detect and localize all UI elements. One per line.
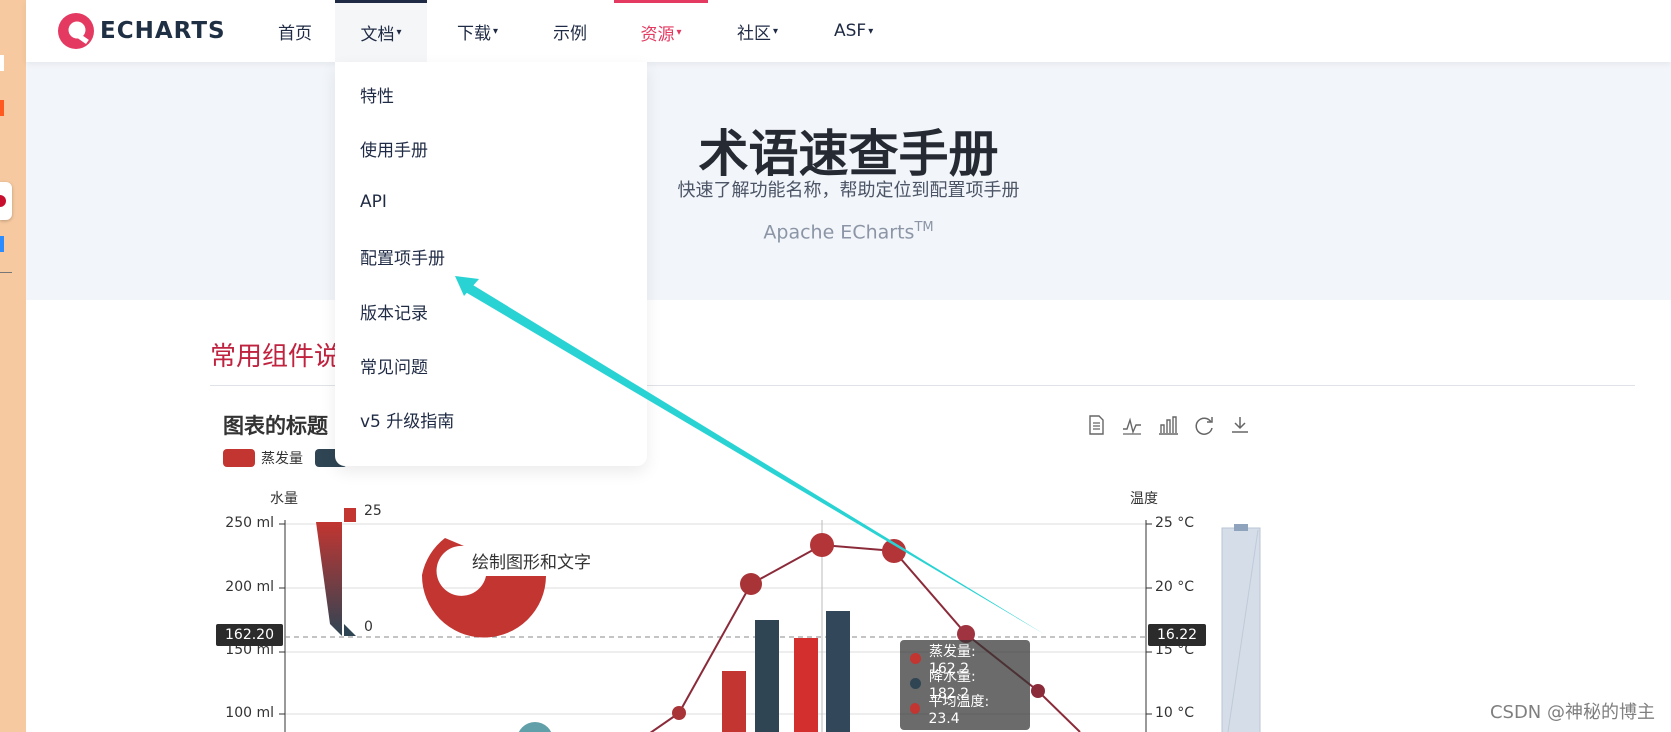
nav-asf[interactable]: ASF ▾ bbox=[834, 0, 873, 62]
nav-download-label: 下载 bbox=[457, 23, 491, 44]
nav-home-label: 首页 bbox=[278, 23, 312, 44]
nav-community[interactable]: 社区 ▾ bbox=[737, 0, 778, 62]
right-axis-name: 温度 bbox=[1130, 491, 1158, 507]
datazoom-slider bbox=[1221, 527, 1261, 732]
right-tick-label: 20 °C bbox=[1155, 579, 1195, 595]
left-tick-label: 200 ml bbox=[225, 579, 274, 595]
graphic-text: 绘制图形和文字 bbox=[472, 553, 591, 573]
logo-text: ECHARTS bbox=[100, 18, 226, 44]
chart-tooltip: 蒸发量: 162.2 降水量: 182.2 平均温度: 23.4 bbox=[900, 640, 1030, 730]
dropdown-item-changelog[interactable]: 版本记录 bbox=[360, 299, 428, 324]
line-point bbox=[810, 533, 834, 557]
visualmap-min-label: 0 bbox=[364, 619, 373, 635]
left-axis-name: 水量 bbox=[270, 491, 298, 507]
tooltip-row: 平均温度: 23.4 bbox=[910, 694, 1020, 727]
chevron-down-icon: ▾ bbox=[676, 27, 682, 38]
left-tick-label: 100 ml bbox=[225, 705, 274, 721]
chevron-down-icon: ▾ bbox=[396, 27, 402, 38]
visualmap-bar bbox=[316, 522, 342, 636]
line-point bbox=[1031, 684, 1045, 698]
nav-examples[interactable]: 示例 bbox=[553, 0, 587, 62]
chevron-down-icon: ▾ bbox=[773, 25, 779, 37]
chart-bar bbox=[794, 638, 818, 732]
dropdown-item-api[interactable]: API bbox=[360, 192, 387, 212]
nav-docs-label: 文档 bbox=[360, 25, 395, 45]
left-tick-label: 250 ml bbox=[225, 515, 274, 531]
right-tick-label: 25 °C bbox=[1155, 515, 1195, 531]
nav-asf-label: ASF bbox=[834, 21, 867, 41]
scatter-point bbox=[518, 722, 552, 732]
dropdown-item-handbook[interactable]: 使用手册 bbox=[360, 136, 428, 161]
tooltip-bullet bbox=[910, 653, 921, 664]
tooltip-text: 平均温度: 23.4 bbox=[928, 693, 990, 727]
line-point bbox=[882, 539, 906, 563]
datazoom-handle bbox=[1234, 524, 1248, 531]
nav-examples-label: 示例 bbox=[553, 23, 587, 44]
visualmap-max-label: 25 bbox=[364, 503, 382, 519]
tooltip-bullet bbox=[910, 678, 921, 689]
tooltip-bullet bbox=[910, 703, 921, 714]
echarts-logo[interactable]: ECHARTS bbox=[56, 12, 226, 50]
top-navbar: ECHARTS 首页 文档 ▾ 下载 ▾ 示例 资源 ▾ 社区 ▾ ASF ▾ bbox=[26, 0, 1671, 62]
echarts-logo-icon bbox=[58, 13, 94, 49]
dropdown-item-features[interactable]: 特性 bbox=[360, 82, 394, 107]
chart-canvas bbox=[279, 508, 1261, 732]
watermark: CSDN @神秘的博主 bbox=[1489, 702, 1655, 723]
chevron-down-icon: ▾ bbox=[493, 25, 499, 37]
nav-community-label: 社区 bbox=[737, 23, 771, 44]
chevron-down-icon: ▾ bbox=[868, 25, 874, 37]
dropdown-item-faq[interactable]: 常见问题 bbox=[360, 353, 428, 378]
right-tick-label: 10 °C bbox=[1155, 705, 1195, 721]
nav-resources[interactable]: 资源 ▾ bbox=[614, 0, 708, 62]
line-point bbox=[672, 706, 686, 720]
line-point bbox=[740, 573, 762, 595]
nav-docs[interactable]: 文档 ▾ bbox=[335, 0, 427, 62]
docs-dropdown-menu: 特性 使用手册 API 配置项手册 版本记录 常见问题 v5 升级指南 bbox=[335, 62, 647, 466]
dropdown-item-option-manual[interactable]: 配置项手册 bbox=[360, 244, 445, 269]
visualmap-handle-bottom bbox=[344, 624, 356, 636]
nav-download[interactable]: 下载 ▾ bbox=[457, 0, 498, 62]
dropdown-item-v5-upgrade[interactable]: v5 升级指南 bbox=[360, 407, 454, 432]
chart-bar bbox=[755, 620, 779, 732]
axis-pointer-label-left: 162.20 bbox=[216, 624, 283, 646]
nav-resources-label: 资源 bbox=[640, 25, 675, 45]
chart-bar bbox=[826, 611, 850, 732]
nav-home[interactable]: 首页 bbox=[274, 0, 316, 62]
visualmap-handle-top bbox=[344, 508, 356, 522]
axis-pointer-label-right: 16.22 bbox=[1148, 624, 1207, 646]
chart-bar bbox=[722, 671, 746, 732]
